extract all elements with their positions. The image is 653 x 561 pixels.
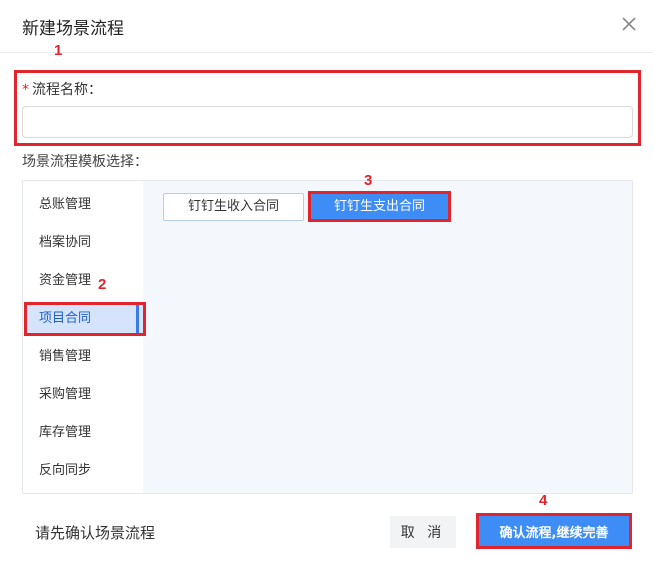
template-panel: 总账管理 档案协同 资金管理 项目合同 销售管理 采购管理 库存管理 反向同步 …: [22, 180, 633, 494]
annotation-number-4: 4: [539, 492, 548, 509]
category-label: 采购管理: [39, 387, 92, 402]
template-income-contract-button[interactable]: 钉钉生收入合同: [163, 193, 304, 221]
category-label: 项目合同: [39, 311, 92, 326]
dialog-header: 新建场景流程: [0, 0, 653, 53]
category-item-purchase[interactable]: 采购管理: [27, 378, 143, 412]
confirm-flow-button[interactable]: 确认流程,继续完善: [479, 516, 629, 546]
annotation-number-1: 1: [54, 42, 63, 59]
dialog-title: 新建场景流程: [22, 19, 124, 39]
flow-name-label-text: 流程名称：: [32, 82, 102, 98]
category-label: 反向同步: [39, 463, 92, 478]
category-item-archive[interactable]: 档案协同: [27, 226, 143, 260]
new-scene-flow-dialog: 新建场景流程 1 * 流程名称： 场景流程模板选择： 总账管理 档案协同 资金管理…: [0, 0, 653, 561]
category-label: 销售管理: [39, 349, 92, 364]
category-item-funds[interactable]: 资金管理: [27, 264, 143, 298]
cancel-button[interactable]: 取 消: [390, 516, 456, 548]
category-label: 总账管理: [39, 197, 92, 212]
category-item-general-ledger[interactable]: 总账管理: [27, 188, 143, 222]
flow-name-label: * 流程名称：: [22, 79, 102, 99]
template-expense-contract-button[interactable]: 钉钉生支出合同: [311, 193, 448, 221]
category-sidebar: 总账管理 档案协同 资金管理 项目合同 销售管理 采购管理 库存管理 反向同步: [23, 181, 143, 493]
close-icon[interactable]: [617, 12, 641, 36]
template-section-label: 场景流程模板选择：: [22, 154, 148, 170]
category-label: 资金管理: [39, 273, 92, 288]
category-label: 库存管理: [39, 425, 92, 440]
category-item-sales[interactable]: 销售管理: [27, 340, 143, 374]
annotation-number-2: 2: [98, 276, 107, 293]
category-item-reverse-sync[interactable]: 反向同步: [27, 454, 143, 488]
category-label: 档案协同: [39, 235, 92, 250]
annotation-number-3: 3: [364, 172, 373, 189]
category-item-project-contract[interactable]: 项目合同: [27, 302, 143, 336]
category-item-inventory[interactable]: 库存管理: [27, 416, 143, 450]
required-mark: *: [22, 82, 29, 98]
footer-hint: 请先确认场景流程: [35, 524, 156, 542]
flow-name-input[interactable]: [22, 106, 633, 138]
template-content: 钉钉生收入合同 钉钉生支出合同: [143, 181, 632, 493]
